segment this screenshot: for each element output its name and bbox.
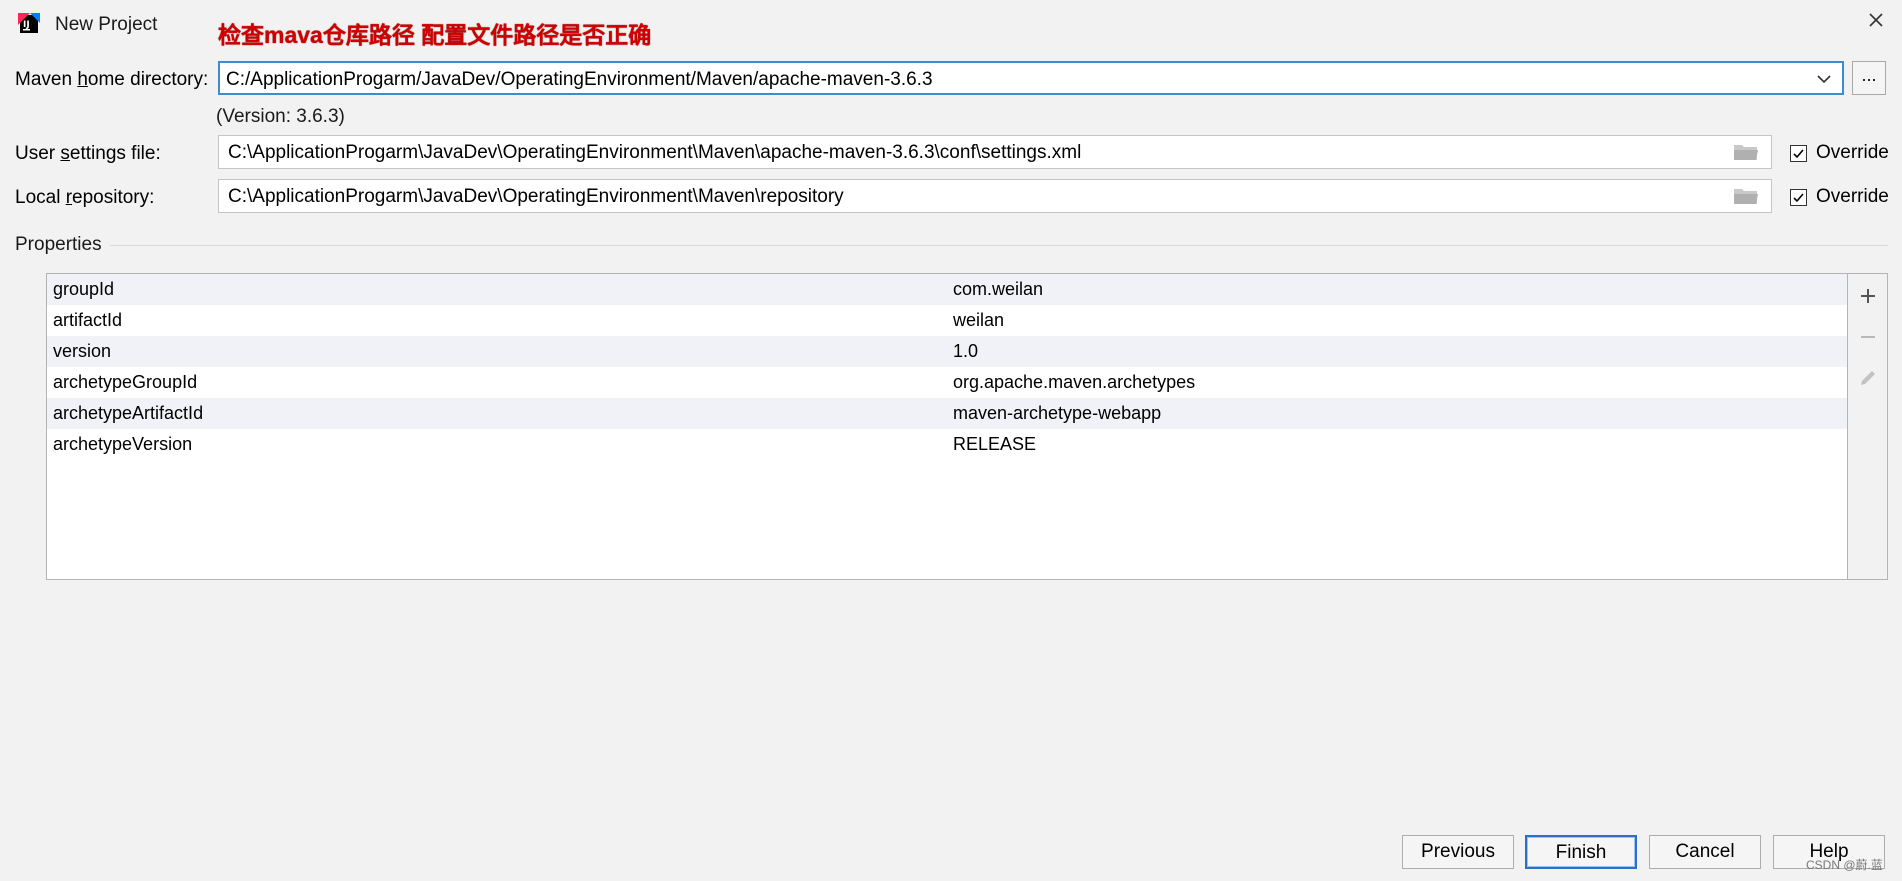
finish-button[interactable]: Finish [1525,835,1637,869]
maven-version-text: (Version: 3.6.3) [216,106,345,127]
previous-button[interactable]: Previous [1402,835,1514,869]
property-value: com.weilan [953,279,1044,299]
user-settings-value: C:\ApplicationProgarm\JavaDev\OperatingE… [228,142,1082,163]
property-key: archetypeGroupId [53,372,198,392]
maven-home-label: Maven home directory: [15,69,209,90]
properties-toolbar [1848,273,1888,580]
watermark-text: CSDN @蔚.蓝 [1806,858,1883,872]
table-row[interactable]: artifactId weilan [47,305,1847,336]
add-icon[interactable] [1856,284,1880,308]
properties-table: groupId com.weilan artifactId weilan ver… [46,273,1848,580]
folder-icon[interactable] [1733,142,1759,162]
property-value: RELEASE [953,434,1037,454]
override-label: Override [1816,186,1889,207]
table-row[interactable]: archetypeVersion RELEASE [47,429,1847,460]
local-repository-label: Local repository: [15,187,155,208]
property-key: archetypeVersion [53,434,193,454]
property-value: 1.0 [953,341,979,361]
window-title: New Project [55,14,158,35]
remove-icon[interactable] [1856,325,1880,349]
table-row[interactable]: groupId com.weilan [47,274,1847,305]
local-repository-value: C:\ApplicationProgarm\JavaDev\OperatingE… [228,186,844,207]
checkmark-icon [1790,144,1807,162]
intellij-app-icon: IJ [18,13,40,35]
property-key: artifactId [53,310,123,330]
property-value: weilan [953,310,1005,330]
close-icon[interactable] [1862,6,1890,34]
table-row[interactable]: version 1.0 [47,336,1847,367]
browse-button[interactable]: ... [1852,61,1886,95]
cancel-button[interactable]: Cancel [1649,835,1761,869]
table-row[interactable]: archetypeArtifactId maven-archetype-weba… [47,398,1847,429]
user-settings-override-checkbox[interactable]: Override [1790,142,1889,164]
edit-pencil-icon[interactable] [1856,366,1880,390]
maven-home-combobox[interactable]: C:/ApplicationProgarm/JavaDev/OperatingE… [218,61,1844,95]
folder-icon[interactable] [1733,186,1759,206]
chevron-down-icon[interactable] [1814,69,1834,89]
local-repository-override-checkbox[interactable]: Override [1790,186,1889,208]
maven-home-value: C:/ApplicationProgarm/JavaDev/OperatingE… [226,69,933,90]
section-divider [100,245,1888,246]
user-settings-label: User settings file: [15,143,161,164]
property-value: maven-archetype-webapp [953,403,1162,423]
properties-title: Properties [15,234,110,256]
svg-text:IJ: IJ [23,20,30,30]
property-key: version [53,341,112,361]
property-key: archetypeArtifactId [53,403,204,423]
checkmark-icon [1790,188,1807,206]
override-label: Override [1816,142,1889,163]
screenshot-annotation: 检查mava仓库路径 配置文件路径是否正确 [218,22,652,48]
property-value: org.apache.maven.archetypes [953,372,1196,392]
local-repository-field[interactable]: C:\ApplicationProgarm\JavaDev\OperatingE… [218,179,1772,213]
user-settings-field[interactable]: C:\ApplicationProgarm\JavaDev\OperatingE… [218,135,1772,169]
table-row[interactable]: archetypeGroupId org.apache.maven.archet… [47,367,1847,398]
property-key: groupId [53,279,115,299]
